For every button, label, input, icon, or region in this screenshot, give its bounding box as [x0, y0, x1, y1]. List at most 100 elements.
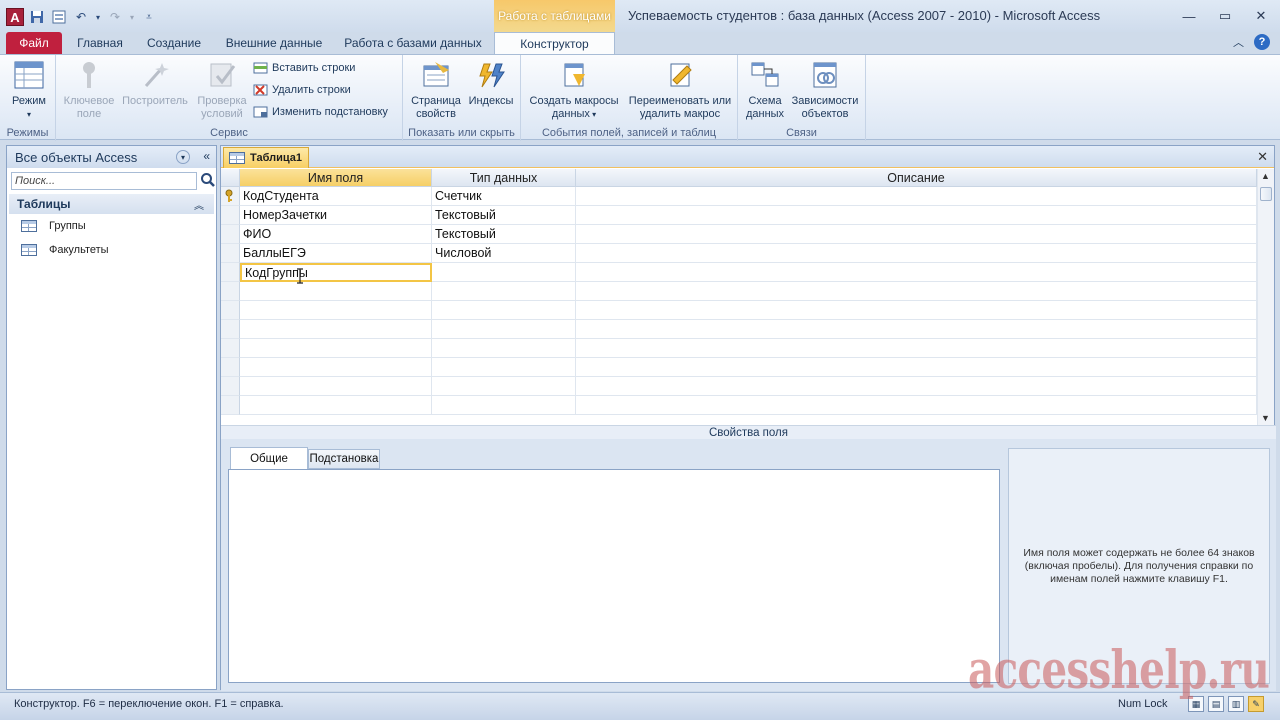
description-cell[interactable]	[576, 225, 1257, 244]
data-type-cell[interactable]	[432, 377, 576, 396]
description-cell[interactable]	[576, 301, 1257, 320]
redo-dropdown-icon[interactable]: ▾	[128, 8, 136, 26]
data-type-cell[interactable]	[432, 301, 576, 320]
data-type-cell[interactable]: Текстовый	[432, 206, 576, 225]
save-icon[interactable]	[28, 8, 46, 26]
row-selector[interactable]	[221, 244, 240, 263]
row-selector[interactable]	[221, 206, 240, 225]
scroll-thumb[interactable]	[1260, 187, 1272, 201]
section-collapse-icon[interactable]: ︽	[194, 197, 204, 212]
nav-search-input[interactable]: Поиск...	[11, 172, 197, 190]
description-cell[interactable]	[576, 320, 1257, 339]
test-rules-button[interactable]: Проверка условий	[192, 59, 252, 121]
row-selector[interactable]	[221, 301, 240, 320]
close-icon[interactable]: ✕	[1252, 8, 1270, 24]
row-selector[interactable]	[221, 358, 240, 377]
search-icon[interactable]	[200, 172, 216, 188]
tab-create[interactable]: Создание	[140, 32, 208, 54]
shutter-bar-collapse-icon[interactable]: «	[203, 149, 210, 163]
nav-menu-dropdown-icon[interactable]: ▾	[176, 150, 190, 164]
description-cell[interactable]	[576, 187, 1257, 206]
access-app-icon[interactable]: A	[6, 8, 24, 26]
grid-vertical-scrollbar[interactable]: ▲ ▼	[1257, 169, 1274, 425]
tab-file[interactable]: Файл	[6, 32, 62, 54]
delete-rows-button[interactable]: Удалить строки	[252, 83, 351, 97]
create-data-macros-button[interactable]: Создать макросы данных ▾	[527, 59, 621, 121]
modify-lookups-button[interactable]: Изменить подстановку	[252, 105, 388, 119]
data-type-cell[interactable]	[432, 320, 576, 339]
close-document-icon[interactable]: ✕	[1257, 149, 1268, 165]
field-name-cell[interactable]	[240, 339, 432, 358]
field-name-cell[interactable]	[240, 377, 432, 396]
customize-qat-icon[interactable]: ⩡	[140, 8, 158, 26]
field-name-cell[interactable]	[240, 301, 432, 320]
tab-table1[interactable]: Таблица1	[223, 147, 309, 168]
tab-home[interactable]: Главная	[70, 32, 130, 54]
tab-general[interactable]: Общие	[230, 447, 308, 470]
column-header-data-type[interactable]: Тип данных	[432, 169, 576, 187]
object-dependencies-button[interactable]: Зависимости объектов	[788, 59, 862, 121]
nav-item-faculties-table[interactable]: Факультеты	[7, 238, 216, 262]
relationships-button[interactable]: Схема данных	[744, 59, 786, 121]
description-cell[interactable]	[576, 339, 1257, 358]
description-cell[interactable]	[576, 396, 1257, 415]
field-name-cell[interactable]: КодСтудента	[240, 187, 432, 206]
field-name-cell[interactable]	[240, 282, 432, 301]
description-cell[interactable]	[576, 377, 1257, 396]
field-name-cell[interactable]: ФИО	[240, 225, 432, 244]
row-selector[interactable]	[221, 282, 240, 301]
field-name-cell[interactable]: БаллыЕГЭ	[240, 244, 432, 263]
maximize-icon[interactable]: ▭	[1216, 8, 1234, 24]
data-type-cell[interactable]: Числовой	[432, 244, 576, 263]
tab-lookup[interactable]: Подстановка	[308, 449, 380, 469]
primary-key-button[interactable]: Ключевое поле	[60, 59, 118, 121]
row-selector[interactable]	[221, 339, 240, 358]
scroll-up-icon[interactable]: ▲	[1261, 171, 1270, 181]
view-mode-button[interactable]: Режим ▾	[6, 59, 52, 121]
row-selector[interactable]	[221, 225, 240, 244]
minimize-ribbon-icon[interactable]: ︿	[1233, 34, 1244, 50]
column-header-field-name[interactable]: Имя поля	[240, 169, 432, 187]
description-cell[interactable]	[576, 282, 1257, 301]
rename-delete-macro-button[interactable]: Переименовать или удалить макрос	[625, 59, 735, 121]
field-name-cell[interactable]	[240, 320, 432, 339]
minimize-icon[interactable]: —	[1180, 8, 1198, 24]
undo-dropdown-icon[interactable]: ▾	[94, 8, 102, 26]
data-type-cell[interactable]	[432, 339, 576, 358]
field-name-cell[interactable]: НомерЗачетки	[240, 206, 432, 225]
indexes-button[interactable]: Индексы	[465, 59, 517, 108]
row-selector[interactable]	[221, 263, 240, 282]
tab-external-data[interactable]: Внешние данные	[220, 32, 328, 54]
data-type-cell[interactable]	[432, 263, 576, 282]
row-selector[interactable]	[221, 396, 240, 415]
field-name-cell[interactable]: КодГруппы	[240, 263, 432, 282]
builder-button[interactable]: Построитель	[120, 59, 190, 108]
description-cell[interactable]	[576, 358, 1257, 377]
data-type-cell[interactable]: Счетчик	[432, 187, 576, 206]
field-properties-list[interactable]	[228, 469, 1000, 683]
description-cell[interactable]	[576, 206, 1257, 225]
property-sheet-button[interactable]: Страница свойств	[407, 59, 465, 121]
column-header-description[interactable]: Описание	[576, 169, 1257, 187]
help-icon[interactable]: ?	[1254, 34, 1270, 50]
scroll-down-icon[interactable]: ▼	[1261, 413, 1270, 423]
description-cell[interactable]	[576, 263, 1257, 282]
form-icon[interactable]	[50, 8, 68, 26]
data-type-cell[interactable]	[432, 396, 576, 415]
field-name-cell[interactable]	[240, 396, 432, 415]
tab-design[interactable]: Конструктор	[494, 32, 615, 54]
row-selector[interactable]	[221, 377, 240, 396]
nav-section-tables[interactable]: Таблицы ︽	[9, 194, 214, 214]
insert-rows-button[interactable]: Вставить строки	[252, 61, 355, 75]
undo-icon[interactable]: ↶	[72, 8, 90, 26]
row-selector[interactable]	[221, 187, 240, 206]
tab-database-tools[interactable]: Работа с базами данных	[340, 32, 486, 54]
description-cell[interactable]	[576, 244, 1257, 263]
data-type-cell[interactable]	[432, 358, 576, 377]
field-name-cell[interactable]	[240, 358, 432, 377]
redo-icon[interactable]: ↷	[106, 8, 124, 26]
row-selector[interactable]	[221, 320, 240, 339]
nav-pane-header[interactable]: Все объекты Access ▾ «	[7, 146, 216, 168]
data-type-cell[interactable]: Текстовый	[432, 225, 576, 244]
data-type-cell[interactable]	[432, 282, 576, 301]
